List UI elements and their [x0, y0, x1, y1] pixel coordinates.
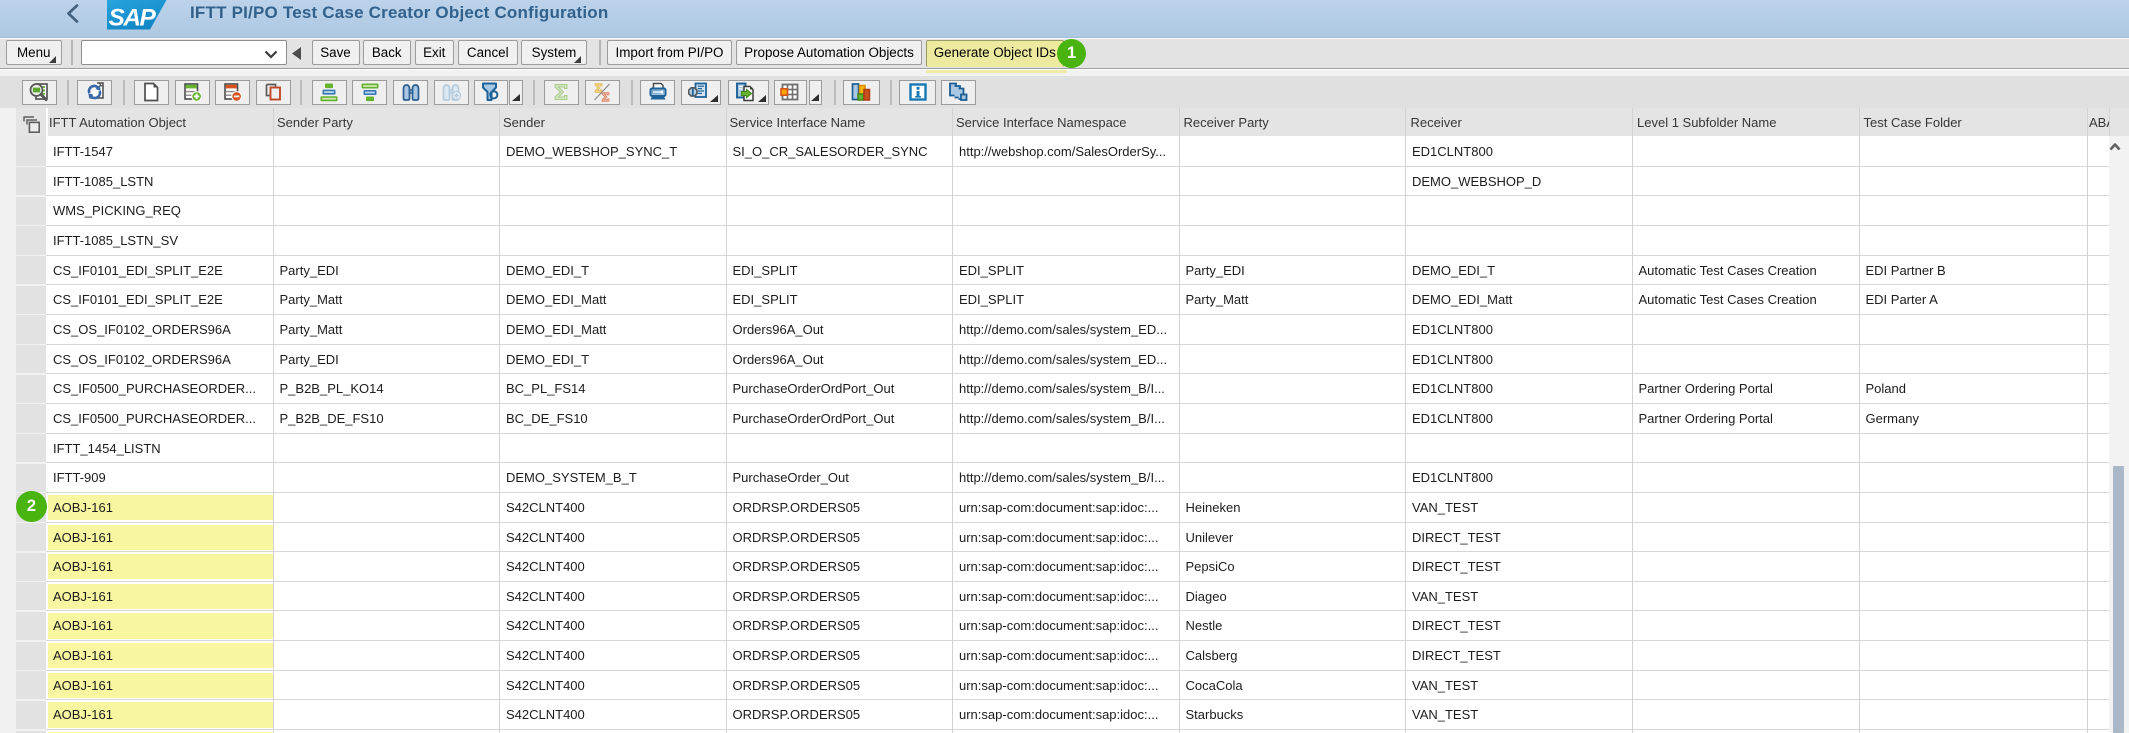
svg-text:SAP: SAP: [109, 5, 157, 30]
